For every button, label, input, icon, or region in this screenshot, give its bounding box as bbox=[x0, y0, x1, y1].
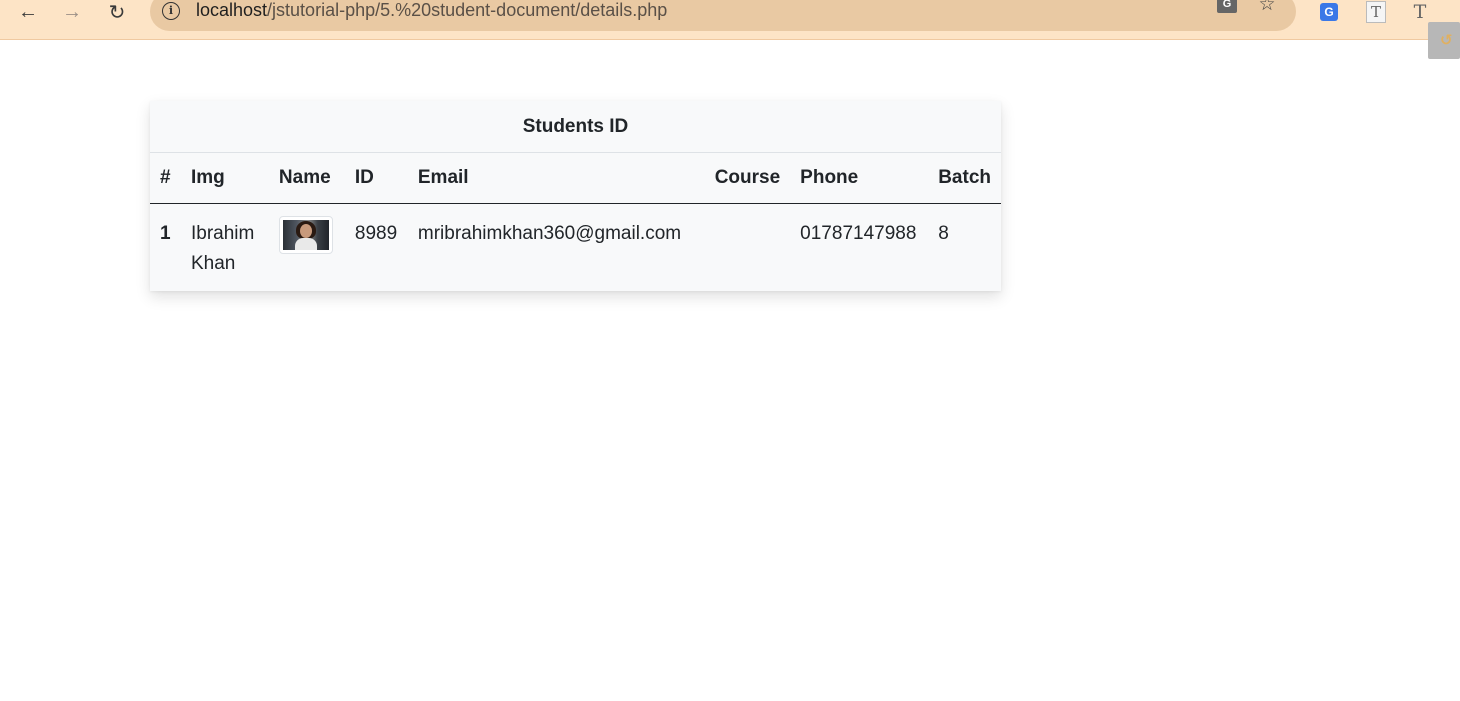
row-id: 8989 bbox=[354, 223, 398, 244]
extension-badge-icon: ↺ bbox=[1440, 32, 1453, 49]
text-extension-1[interactable]: T bbox=[1363, 0, 1389, 25]
back-button[interactable]: ← bbox=[14, 0, 42, 26]
url-path: /jstutorial-php/5.%20student-document/de… bbox=[267, 0, 668, 20]
url-text[interactable]: localhost/jstutorial-php/5.%20student-do… bbox=[196, 0, 667, 21]
header-index: # bbox=[150, 152, 181, 204]
table-header-row: # Img Name ID Email Course Phone Batch bbox=[150, 152, 1001, 204]
info-icon[interactable]: i bbox=[162, 2, 180, 20]
translate-icon: G bbox=[1217, 0, 1237, 13]
row-phone: 01787147988 bbox=[800, 223, 917, 244]
student-photo bbox=[278, 216, 333, 254]
arrow-left-icon: ← bbox=[18, 0, 38, 23]
url-host: localhost bbox=[196, 0, 268, 20]
header-course: Course bbox=[704, 152, 791, 204]
row-course bbox=[705, 204, 790, 292]
translate-button[interactable]: G bbox=[1214, 0, 1240, 17]
row-batch: 8 bbox=[938, 223, 949, 244]
student-photo-image bbox=[282, 220, 329, 250]
header-name: Name bbox=[268, 152, 345, 204]
header-phone: Phone bbox=[790, 152, 929, 204]
forward-button[interactable]: → bbox=[58, 0, 86, 26]
arrow-right-icon: → bbox=[62, 0, 82, 23]
row-email: mribrahimkhan360@gmail.com bbox=[417, 223, 682, 244]
row-img-col-text: Ibrahim Khan bbox=[190, 223, 255, 274]
row-photo-cell bbox=[269, 204, 345, 292]
browser-toolbar: ← → ↻ i localhost/jstutorial-php/5.%20st… bbox=[0, 0, 1460, 40]
table-caption-row: Students ID bbox=[150, 101, 1001, 153]
reload-icon: ↻ bbox=[108, 1, 126, 24]
row-index: 1 bbox=[160, 223, 171, 244]
address-bar[interactable]: i localhost/jstutorial-php/5.%20student-… bbox=[150, 0, 1296, 31]
header-batch: Batch bbox=[928, 152, 1001, 204]
reload-button[interactable]: ↻ bbox=[103, 0, 131, 26]
google-translate-extension[interactable]: G bbox=[1316, 0, 1342, 25]
table-row: 1 Ibrahim Khan 8989 mribrahimkhan360@gma… bbox=[150, 204, 1001, 292]
table-caption: Students ID bbox=[150, 101, 1001, 153]
students-card: Students ID # Img Name ID Email Course P… bbox=[150, 101, 1001, 291]
header-id: ID bbox=[344, 152, 408, 204]
header-email: Email bbox=[407, 152, 705, 204]
bookmark-button[interactable]: ☆ bbox=[1254, 0, 1280, 17]
text-extension-icon: T bbox=[1366, 1, 1386, 23]
students-table: Students ID # Img Name ID Email Course P… bbox=[150, 101, 1001, 291]
google-translate-extension-icon: G bbox=[1320, 3, 1338, 21]
header-img: Img bbox=[180, 152, 269, 204]
floating-extension-badge[interactable]: ↺ bbox=[1428, 22, 1460, 59]
text-extension-icon: T bbox=[1413, 1, 1427, 23]
star-icon: ☆ bbox=[1258, 0, 1276, 15]
